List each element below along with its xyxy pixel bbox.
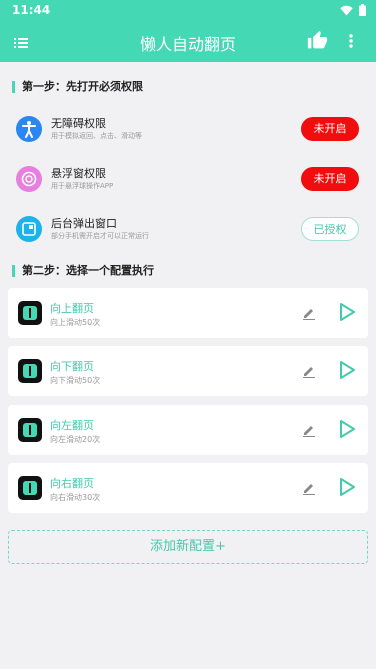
play-icon[interactable] xyxy=(337,360,357,384)
config-title: 向右翻页 xyxy=(50,477,94,490)
edit-pencil-icon[interactable] xyxy=(302,363,316,382)
config-card[interactable]: 向下翻页 向下滑动50次 xyxy=(8,346,368,396)
config-desc: 向下滑动50次 xyxy=(50,376,101,385)
more-vert-icon[interactable] xyxy=(349,33,353,52)
permission-floating-window: 悬浮窗权限 用于悬浮球操作APP 未开启 xyxy=(0,162,376,202)
permission-desc: 部分手机需开启才可以正常运行 xyxy=(51,232,149,240)
edit-pencil-icon[interactable] xyxy=(302,305,316,324)
app-bar: 懒人自动翻页 xyxy=(0,22,376,62)
enable-accessibility-button[interactable]: 未开启 xyxy=(301,117,359,141)
book-icon xyxy=(18,359,42,383)
step2-title: 第二步：选择一个配置执行 xyxy=(12,265,154,277)
status-time: 11:44 xyxy=(12,3,51,17)
background-popup-granted-button[interactable]: 已授权 xyxy=(301,217,359,241)
permission-accessibility: 无障碍权限 用于模拟返回、点击、滑动等 未开启 xyxy=(0,112,376,152)
permission-background-popup: 后台弹出窗口 部分手机需开启才可以正常运行 已授权 xyxy=(0,212,376,252)
thumbs-up-icon[interactable] xyxy=(307,30,328,55)
config-card[interactable]: 向上翻页 向上滑动50次 xyxy=(8,288,368,338)
permission-title: 后台弹出窗口 xyxy=(51,217,117,230)
permission-desc: 用于模拟返回、点击、滑动等 xyxy=(51,132,142,140)
config-title: 向左翻页 xyxy=(50,419,94,432)
battery-icon xyxy=(359,4,366,16)
config-desc: 向左滑动20次 xyxy=(50,435,101,444)
play-icon[interactable] xyxy=(337,302,357,326)
edit-pencil-icon[interactable] xyxy=(302,422,316,441)
config-desc: 向上滑动50次 xyxy=(50,318,101,327)
floating-window-icon xyxy=(16,166,42,192)
config-card[interactable]: 向左翻页 向左滑动20次 xyxy=(8,405,368,455)
config-title: 向上翻页 xyxy=(50,302,94,315)
book-icon xyxy=(18,418,42,442)
permission-title: 悬浮窗权限 xyxy=(51,167,106,180)
permission-desc: 用于悬浮球操作APP xyxy=(51,182,114,190)
status-bar: 11:44 xyxy=(0,0,376,22)
play-icon[interactable] xyxy=(337,477,357,501)
book-icon xyxy=(18,476,42,500)
step1-title: 第一步：先打开必须权限 xyxy=(12,81,143,93)
wifi-icon xyxy=(340,5,353,15)
enable-floating-window-button[interactable]: 未开启 xyxy=(301,167,359,191)
config-card[interactable]: 向右翻页 向右滑动30次 xyxy=(8,463,368,513)
status-icons xyxy=(340,4,366,16)
background-popup-icon xyxy=(16,216,42,242)
accessibility-icon xyxy=(16,116,42,142)
add-config-button[interactable]: 添加新配置+ xyxy=(8,530,368,564)
config-title: 向下翻页 xyxy=(50,360,94,373)
play-icon[interactable] xyxy=(337,419,357,443)
config-desc: 向右滑动30次 xyxy=(50,493,101,502)
book-icon xyxy=(18,301,42,325)
edit-pencil-icon[interactable] xyxy=(302,480,316,499)
permission-title: 无障碍权限 xyxy=(51,117,106,130)
